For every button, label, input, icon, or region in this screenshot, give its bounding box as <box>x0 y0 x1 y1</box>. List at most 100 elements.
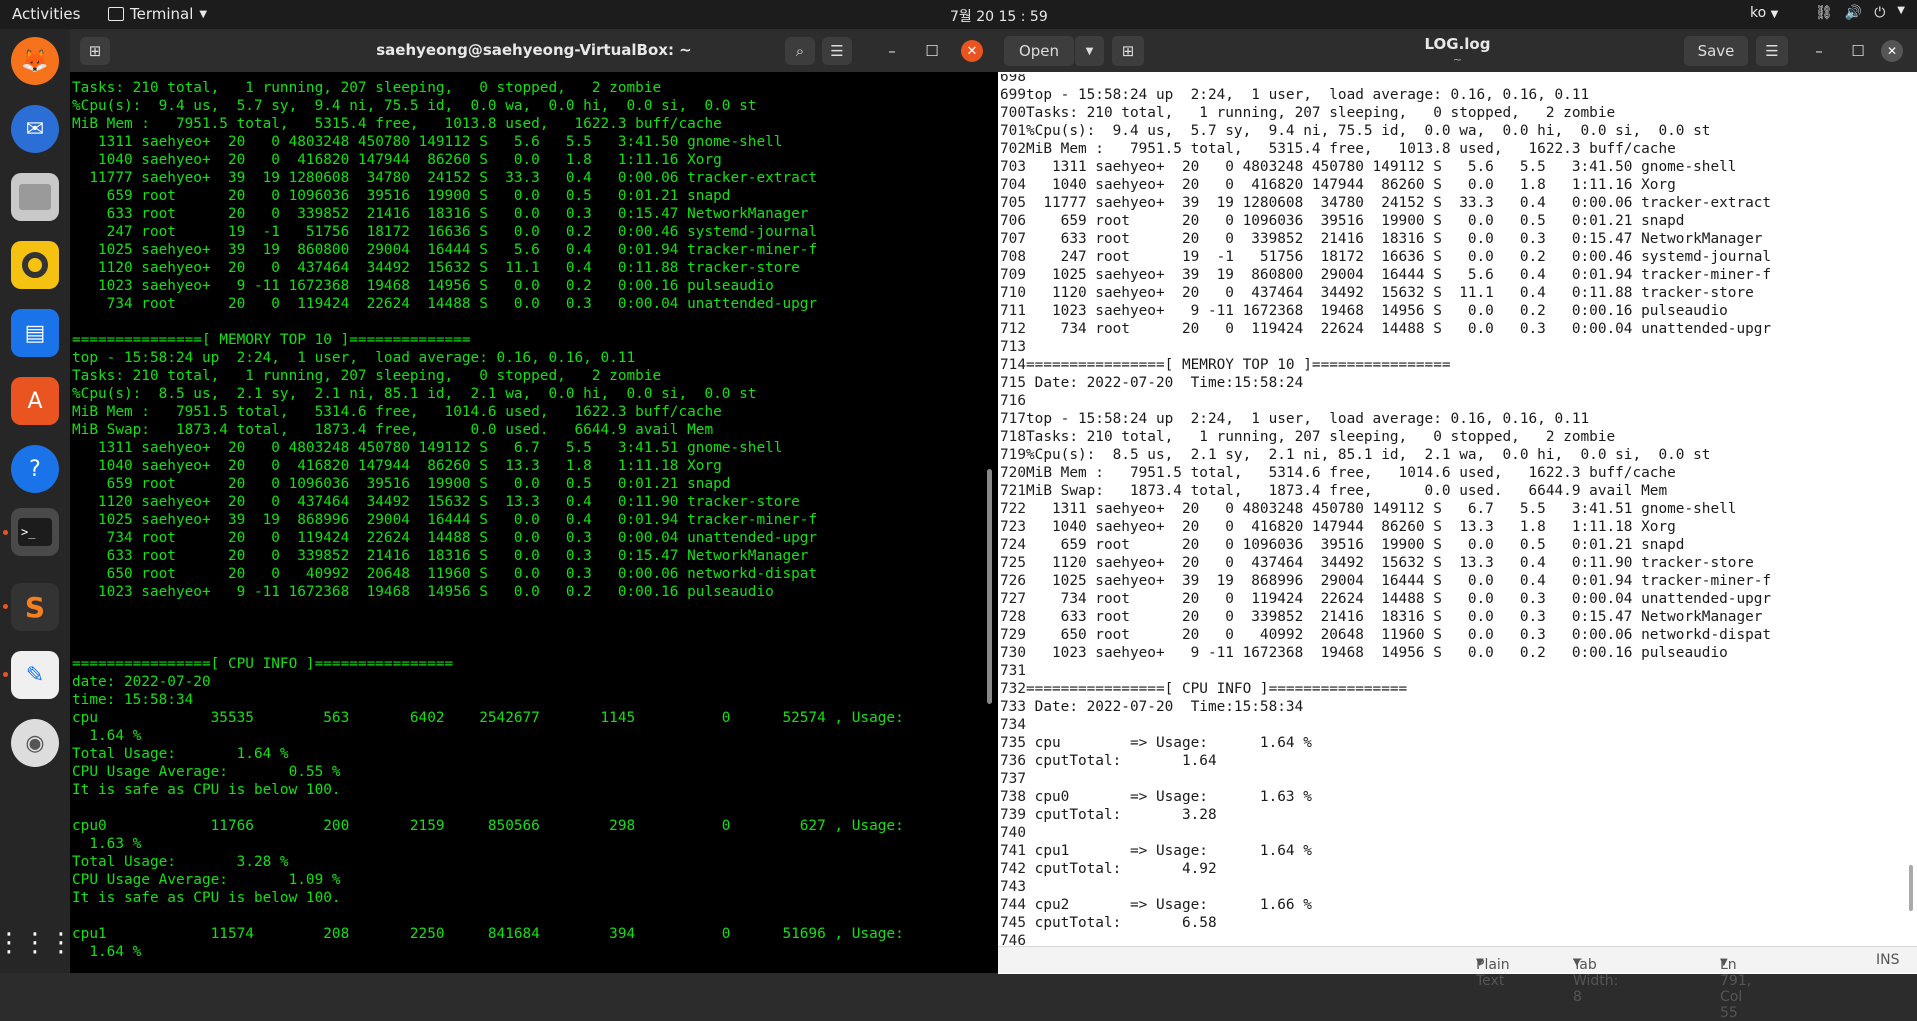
line-number: 711 <box>1000 303 1026 319</box>
help-icon[interactable]: ? <box>11 445 59 493</box>
editor-line: 728 633 root 20 0 339852 21416 18316 S 0… <box>998 608 1771 626</box>
editor-text-area[interactable]: 698 699top - 15:58:24 up 2:24, 1 user, lo… <box>998 74 1917 974</box>
terminal-line: 734 root 20 0 119424 22624 14488 S 0.0 0… <box>72 296 818 312</box>
line-text: 1025 saehyeo+ 39 19 868996 29004 16444 S… <box>1026 573 1772 589</box>
line-text: 659 root 20 0 1096036 39516 19900 S 0.0 … <box>1026 537 1685 553</box>
terminal-line: ===============[ MEMORY TOP 10 ]========… <box>72 332 471 348</box>
line-text: cpu2 => Usage: 1.66 % <box>1026 897 1312 913</box>
clock[interactable]: 7월 20 15 : 59 <box>950 6 1048 26</box>
editor-line: 698 <box>998 74 1771 86</box>
editor-line: 713 <box>998 338 1771 356</box>
editor-line: 703 1311 saehyeo+ 20 0 4803248 450780 14… <box>998 158 1771 176</box>
line-text: cputTotal: 3.28 <box>1026 807 1217 823</box>
terminal-line: cpu1 11574 208 2250 841684 394 0 51696 ,… <box>72 926 904 942</box>
terminal-output[interactable]: Tasks: 210 total, 1 running, 207 sleepin… <box>72 79 982 973</box>
firefox-icon[interactable]: 🦊 <box>11 37 59 85</box>
terminal-icon[interactable]: >_ <box>11 508 59 556</box>
close-icon[interactable]: ✕ <box>961 40 983 62</box>
activities-button[interactable]: Activities <box>12 5 80 23</box>
search-icon[interactable]: ⌕ <box>785 37 815 65</box>
menu-icon[interactable]: ☰ <box>822 37 852 65</box>
input-method-menu[interactable]: ko ▼ <box>1750 5 1778 21</box>
line-number: 701 <box>1000 123 1026 139</box>
writer-icon[interactable]: ▤ <box>11 309 59 357</box>
line-number: 709 <box>1000 267 1026 283</box>
editor-line: 701%Cpu(s): 9.4 us, 5.7 sy, 9.4 ni, 75.5… <box>998 122 1771 140</box>
line-number: 730 <box>1000 645 1026 661</box>
editor-line: 716 <box>998 392 1771 410</box>
line-text: MiB Swap: 1873.4 total, 1873.4 free, 0.0… <box>1026 483 1668 499</box>
menu-icon[interactable]: ☰ <box>1756 36 1788 66</box>
terminal-line: MiB Mem : 7951.5 total, 5314.6 free, 101… <box>72 404 722 420</box>
disc-icon[interactable]: ◉ <box>11 719 59 767</box>
rhythmbox-icon[interactable] <box>11 241 59 289</box>
files-icon[interactable] <box>11 173 59 221</box>
terminal-window: ⊞ saehyeong@saehyeong-VirtualBox: ~ ⌕ ☰ … <box>70 29 998 973</box>
network-icon: ⛓ <box>1815 5 1833 21</box>
terminal-line: 1.64 % <box>72 944 142 960</box>
editor-line: 737 <box>998 770 1771 788</box>
editor-line: 706 659 root 20 0 1096036 39516 19900 S … <box>998 212 1771 230</box>
chevron-down-icon: ▼ <box>1770 9 1779 20</box>
editor-line: 712 734 root 20 0 119424 22624 14488 S 0… <box>998 320 1771 338</box>
line-text: MiB Mem : 7951.5 total, 5314.6 free, 101… <box>1026 465 1676 481</box>
line-number: 723 <box>1000 519 1026 535</box>
line-text: Tasks: 210 total, 1 running, 207 sleepin… <box>1026 429 1616 445</box>
line-number: 745 <box>1000 915 1026 931</box>
line-text: cputTotal: 4.92 <box>1026 861 1217 877</box>
editor-line: 718Tasks: 210 total, 1 running, 207 slee… <box>998 428 1771 446</box>
line-number: 744 <box>1000 897 1026 913</box>
line-number: 719 <box>1000 447 1026 463</box>
thunderbird-icon[interactable]: ✉ <box>11 105 59 153</box>
terminal-scrollbar[interactable] <box>987 469 992 704</box>
sublime-icon[interactable]: S <box>11 583 59 631</box>
save-button[interactable]: Save <box>1684 36 1748 66</box>
app-menu-label: Terminal <box>130 5 194 23</box>
insert-mode-label[interactable]: INS <box>1876 952 1900 968</box>
line-text: MiB Mem : 7951.5 total, 5315.4 free, 101… <box>1026 141 1676 157</box>
editor-line: 742 cputTotal: 4.92 <box>998 860 1771 878</box>
minimize-icon[interactable]: – <box>1804 37 1834 65</box>
terminal-line: Tasks: 210 total, 1 running, 207 sleepin… <box>72 368 662 384</box>
maximize-icon[interactable]: ☐ <box>1843 37 1873 65</box>
running-indicator <box>3 672 8 677</box>
editor-line: 732================[ CPU INFO ]=========… <box>998 680 1771 698</box>
line-number: 733 <box>1000 699 1026 715</box>
line-text: 247 root 19 -1 51756 18172 16636 S 0.0 0… <box>1026 249 1772 265</box>
line-text: Tasks: 210 total, 1 running, 207 sleepin… <box>1026 105 1616 121</box>
system-menu[interactable]: ⛓ 🔊 ⏻ ▼ <box>1815 5 1905 21</box>
line-text: 633 root 20 0 339852 21416 18316 S 0.0 0… <box>1026 609 1763 625</box>
line-number: 737 <box>1000 771 1026 787</box>
editor-line: 723 1040 saehyeo+ 20 0 416820 147944 862… <box>998 518 1771 536</box>
terminal-line: 1311 saehyeo+ 20 0 4803248 450780 149112… <box>72 134 783 150</box>
terminal-line: 650 root 20 0 40992 20648 11960 S 0.0 0.… <box>72 566 818 582</box>
editor-lines: 698 699top - 15:58:24 up 2:24, 1 user, lo… <box>998 74 1771 968</box>
editor-scrollbar[interactable] <box>1909 865 1913 911</box>
editor-line: 740 <box>998 824 1771 842</box>
terminal-app-icon <box>108 7 124 21</box>
terminal-line: MiB Mem : 7951.5 total, 5315.4 free, 101… <box>72 116 722 132</box>
line-number: 735 <box>1000 735 1026 751</box>
terminal-line: %Cpu(s): 9.4 us, 5.7 sy, 9.4 ni, 75.5 id… <box>72 98 757 114</box>
editor-line: 744 cpu2 => Usage: 1.66 % <box>998 896 1771 914</box>
line-number: 728 <box>1000 609 1026 625</box>
software-icon[interactable]: A <box>11 377 59 425</box>
line-text: cpu1 => Usage: 1.64 % <box>1026 843 1312 859</box>
line-number: 702 <box>1000 141 1026 157</box>
editor-line: 702MiB Mem : 7951.5 total, 5315.4 free, … <box>998 140 1771 158</box>
terminal-line: date: 2022-07-20 <box>72 674 211 690</box>
line-number: 741 <box>1000 843 1026 859</box>
app-grid-icon[interactable]: ⋮⋮⋮ <box>0 919 74 967</box>
terminal-line: 734 root 20 0 119424 22624 14488 S 0.0 0… <box>72 530 818 546</box>
text-editor-window: Open ▼ ⊞ LOG.log ~ Save ☰ – ☐ ✕ 698 699to… <box>998 29 1917 1021</box>
maximize-icon[interactable]: ☐ <box>917 37 947 65</box>
close-icon[interactable]: ✕ <box>1881 40 1903 62</box>
editor-line: 708 247 root 19 -1 51756 18172 16636 S 0… <box>998 248 1771 266</box>
line-text: cputTotal: 1.64 <box>1026 753 1217 769</box>
minimize-icon[interactable]: – <box>877 37 907 65</box>
app-menu[interactable]: Terminal ▼ <box>108 5 207 23</box>
text-editor-icon[interactable]: ✎ <box>11 651 59 699</box>
terminal-line: It is safe as CPU is below 100. <box>72 890 341 906</box>
terminal-line: 659 root 20 0 1096036 39516 19900 S 0.0 … <box>72 188 731 204</box>
